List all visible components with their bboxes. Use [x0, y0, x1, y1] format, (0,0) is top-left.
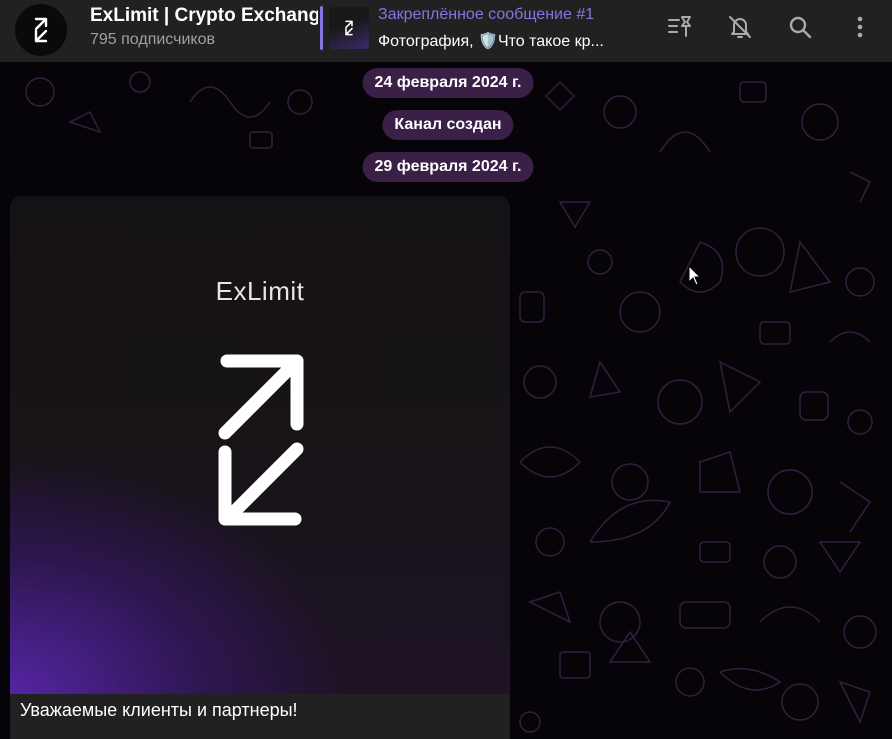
mute-bell-icon	[729, 16, 751, 38]
date-separator: 24 февраля 2024 г.	[362, 68, 534, 98]
pinned-title: Закреплённое сообщение #1	[378, 6, 595, 23]
exlimit-logo-icon	[345, 20, 353, 36]
pinned-thumbnail	[329, 7, 369, 49]
channel-title[interactable]: ExLimit | Crypto Exchange	[90, 5, 318, 27]
message-caption: Уважаемые клиенты и партнеры!	[10, 694, 510, 739]
search-button[interactable]	[780, 7, 820, 47]
pinned-list-icon	[668, 16, 691, 37]
pinned-message-bar[interactable]: Закреплённое сообщение #1 Фотография, 🛡️…	[320, 4, 640, 54]
exlimit-logo-icon	[34, 17, 48, 43]
chat-area[interactable]: 24 февраля 2024 г. Канал создан 29 февра…	[0, 62, 892, 739]
pinned-text: Фотография, 🛡️Что такое кр...	[378, 33, 604, 50]
date-separator: 29 февраля 2024 г.	[362, 152, 534, 182]
service-message-channel-created: Канал создан	[382, 110, 514, 140]
mute-button[interactable]	[720, 7, 760, 47]
more-options-button[interactable]	[840, 7, 880, 47]
subscriber-count: 795 подписчиков	[90, 31, 215, 48]
more-vertical-icon	[857, 16, 863, 38]
exlimit-logo-icon	[218, 354, 304, 526]
channel-avatar[interactable]	[15, 4, 67, 56]
message-photo[interactable]: ExLimit	[10, 196, 510, 694]
search-icon	[789, 16, 812, 39]
chat-header: ExLimit | Crypto Exchange 795 подписчико…	[0, 0, 892, 62]
pinned-indicator	[320, 6, 323, 50]
message-bubble[interactable]: ExLimit Уважаемые клиенты и партнеры!	[10, 196, 510, 739]
mouse-cursor-icon	[688, 265, 702, 286]
pinned-list-button[interactable]	[660, 7, 700, 47]
image-brand-text: ExLimit	[215, 276, 305, 306]
